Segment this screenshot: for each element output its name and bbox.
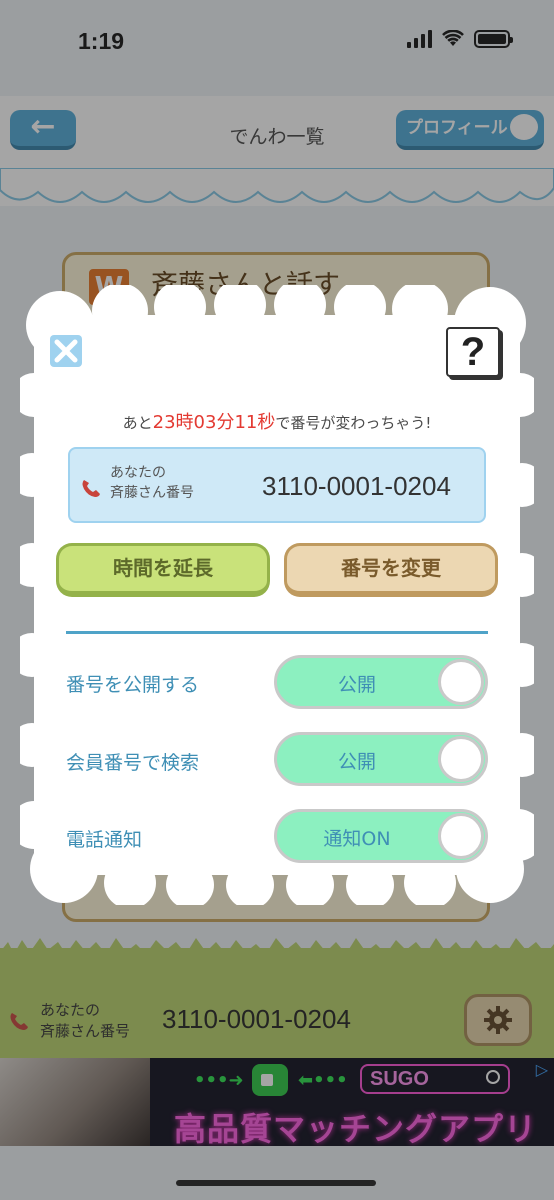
countdown-suffix: で番号が変わっちゃう!: [275, 414, 432, 432]
help-button[interactable]: ?: [446, 327, 500, 377]
phone-number-label: あなたの 斉藤さん番号: [110, 463, 194, 503]
divider: [66, 631, 488, 634]
countdown-seconds: 11秒: [234, 412, 276, 433]
countdown-message: あと23時03分11秒で番号が変わっちゃう!: [20, 408, 534, 434]
change-number-button[interactable]: 番号を変更: [284, 543, 498, 597]
countdown-prefix: あと: [122, 414, 153, 432]
toggle-publish-number[interactable]: 公開: [274, 655, 488, 709]
setting-label-call-notification: 電話通知: [66, 829, 143, 851]
close-icon: [54, 339, 78, 363]
toggle-call-notification[interactable]: 通知ON: [274, 809, 488, 863]
toggle-member-search[interactable]: 公開: [274, 732, 488, 786]
close-button[interactable]: [50, 335, 82, 367]
phone-number-box: あなたの 斉藤さん番号 3110-0001-0204: [68, 447, 486, 523]
countdown-hours: 23時: [152, 412, 194, 433]
toggle-label: 公開: [337, 751, 376, 773]
number-label-line2: 斉藤さん番号: [110, 485, 194, 501]
toggle-label: 通知ON: [323, 828, 391, 850]
setting-label-member-search: 会員番号で検索: [66, 752, 200, 774]
phone-number-modal: ? あと23時03分11秒で番号が変わっちゃう! あなたの 斉藤さん番号 311…: [20, 285, 534, 905]
countdown-minutes: 03分: [193, 412, 235, 433]
phone-number-value: 3110-0001-0204: [262, 471, 451, 501]
extend-time-button[interactable]: 時間を延長: [56, 543, 270, 597]
phone-icon: [82, 480, 100, 497]
number-label-line1: あなたの: [110, 465, 166, 481]
toggle-knob: [438, 813, 484, 859]
setting-label-publish-number: 番号を公開する: [66, 674, 200, 696]
toggle-label: 公開: [337, 674, 376, 696]
toggle-knob: [438, 659, 484, 705]
toggle-knob: [438, 736, 484, 782]
